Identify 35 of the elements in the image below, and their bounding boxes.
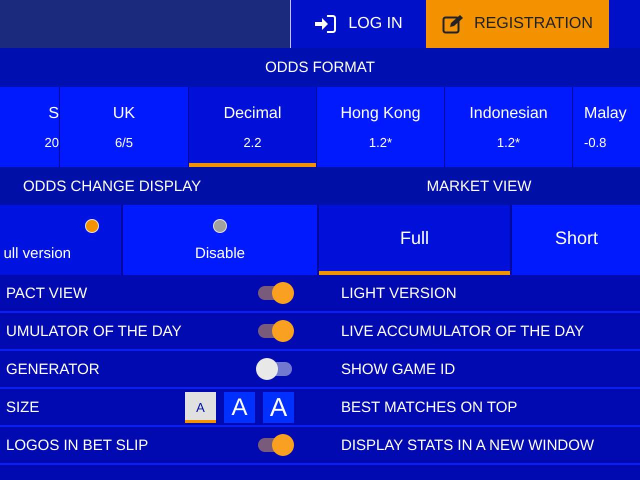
registration-button[interactable]: REGISTRATION (426, 0, 609, 48)
header-bar-end (609, 0, 640, 48)
market-view-tab[interactable]: Full (319, 205, 510, 275)
toggle-switch[interactable] (256, 281, 294, 305)
odds-format-tab[interactable]: Indonesian 1.2* (445, 87, 572, 167)
odds-format-tab[interactable]: UK 6/5 (60, 87, 188, 167)
setting-label: LOGOS IN BET SLIP (6, 436, 148, 454)
setting-label: BEST MATCHES ON TOP (341, 398, 518, 416)
market-view-tab[interactable]: Short (512, 205, 640, 275)
toggle-switch[interactable] (256, 319, 294, 343)
odds-format-tab[interactable]: Decimal 2.2 (189, 87, 316, 167)
odds-format-tab[interactable]: S 20 (0, 87, 59, 167)
font-size-button[interactable]: A (263, 392, 294, 422)
setting-label: UMULATOR OF THE DAY (6, 322, 182, 340)
setting-label: LIVE ACCUMULATOR OF THE DAY (341, 322, 584, 340)
setting-label: SIZE (6, 398, 40, 416)
login-icon (314, 15, 336, 33)
section-title: ODDS CHANGE DISPLAY (23, 178, 202, 194)
odds-format-tab[interactable]: Hong Kong 1.2* (317, 87, 444, 167)
section-title: MARKET VIEW (426, 178, 532, 194)
edit-icon (442, 14, 464, 34)
setting-label: DISPLAY STATS IN A NEW WINDOW (341, 436, 594, 454)
font-size-button[interactable]: A (224, 392, 255, 422)
setting-label: PACT VIEW (6, 284, 88, 302)
toggle-switch[interactable] (256, 433, 294, 457)
login-button[interactable]: LOG IN (290, 0, 426, 48)
toggle-switch[interactable] (256, 357, 294, 381)
radio-option[interactable]: Disable (123, 205, 317, 275)
setting-label: GENERATOR (6, 360, 100, 378)
font-size-button[interactable]: A (185, 392, 216, 422)
radio-option[interactable]: ull version (0, 205, 121, 275)
setting-label: LIGHT VERSION (341, 284, 457, 302)
odds-format-tab[interactable]: Malay -0.8 (573, 87, 640, 167)
setting-label: SHOW GAME ID (341, 360, 456, 378)
section-title: ODDS FORMAT (0, 48, 640, 87)
